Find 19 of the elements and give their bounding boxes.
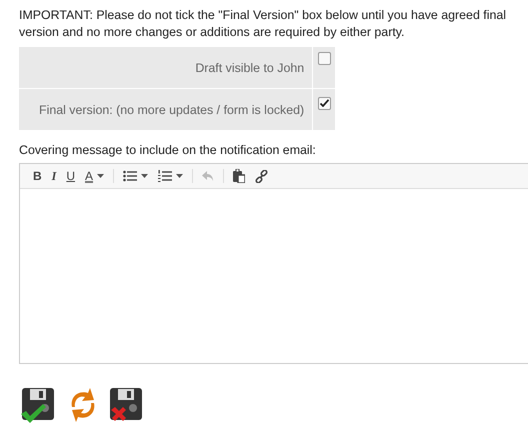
- paste-icon: [233, 169, 246, 183]
- checkbox[interactable]: [318, 96, 331, 110]
- bulleted-list-icon: [123, 170, 138, 182]
- message-label: Covering message to include on the notification email:: [19, 143, 317, 157]
- undo-icon: [202, 170, 214, 182]
- caret-icon: [141, 174, 148, 178]
- option-label: Final version: (no more updates / form is locked): [19, 89, 312, 130]
- underline-button[interactable]: U: [63, 167, 78, 185]
- link-icon: [255, 170, 268, 182]
- checkbox[interactable]: [318, 52, 331, 65]
- notice-text: IMPORTANT: Please do not tick the "Final Version" box below until you have agreed final version and no more changes or additions are required by either party.: [19, 7, 508, 41]
- rich-text-editor[interactable]: B I U A: [19, 163, 528, 364]
- italic-button[interactable]: I: [48, 167, 60, 185]
- text-color-button[interactable]: A: [82, 167, 108, 185]
- numbered-list-icon: [158, 170, 172, 182]
- caret-icon: [176, 174, 184, 178]
- option-label: Draft visible to John: [19, 47, 312, 88]
- caret-icon: [97, 174, 104, 178]
- bold-button[interactable]: B: [30, 167, 45, 185]
